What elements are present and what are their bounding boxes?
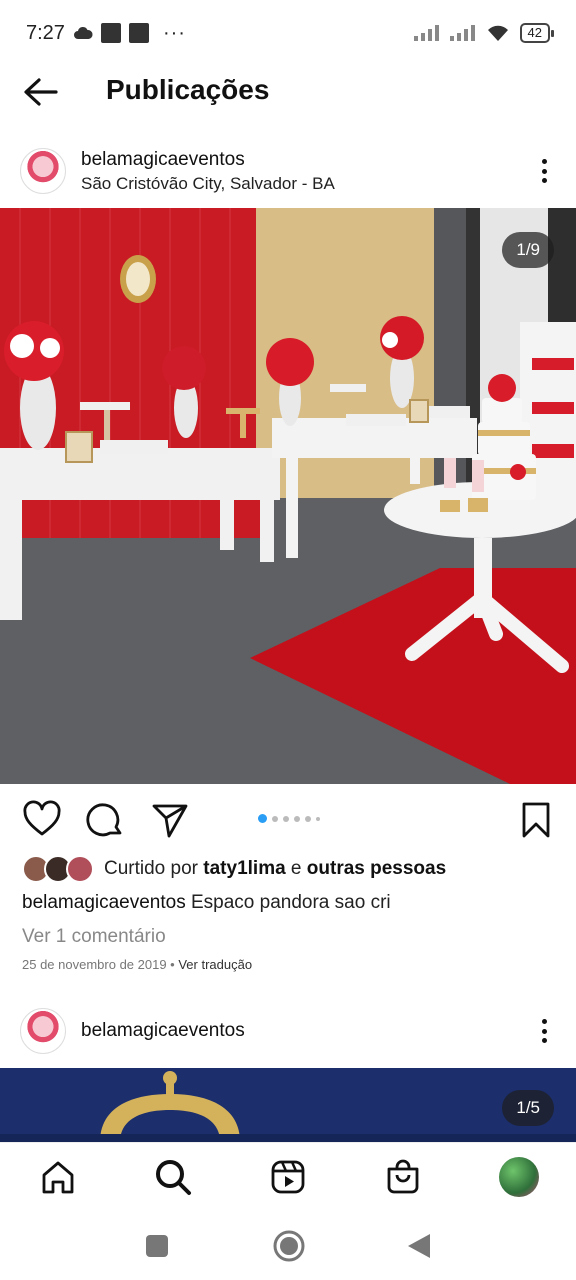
separator: • (166, 957, 179, 972)
nav-shop[interactable] (383, 1157, 423, 1197)
back-button[interactable] (22, 76, 60, 108)
carousel-counter: 1/9 (502, 232, 554, 268)
clock: 7:27 (26, 21, 65, 44)
carousel-dot-active (258, 814, 267, 823)
page-title: Publicações (106, 74, 270, 105)
liked-by-prefix: Curtido por (104, 858, 204, 879)
shop-bag-icon (387, 1159, 419, 1194)
signal-icon (413, 25, 439, 41)
comment-button[interactable] (86, 800, 126, 840)
crown-banner-photo (0, 1068, 576, 1142)
bottom-nav (0, 1142, 576, 1212)
carousel-dot (294, 815, 300, 822)
status-bar: 7:27 ··· 42 (0, 0, 576, 66)
liked-by-user[interactable]: taty1lima (203, 858, 285, 879)
back-system-button[interactable] (406, 1232, 432, 1265)
cloud-icon (73, 26, 93, 39)
avatar[interactable] (20, 148, 66, 194)
search-icon (156, 1160, 191, 1195)
app-header: Publicações (0, 66, 576, 118)
reels-icon (271, 1160, 305, 1194)
caption-username[interactable]: belamagicaeventos (22, 892, 186, 913)
signal-icon-2 (449, 25, 475, 41)
post-image[interactable]: 1/9 (0, 208, 576, 784)
heart-icon (23, 800, 61, 836)
nav-reels[interactable] (268, 1157, 308, 1197)
avatar[interactable] (20, 1008, 66, 1054)
circle-icon (273, 1230, 305, 1262)
home-system-button[interactable] (272, 1229, 306, 1268)
comment-icon (86, 803, 122, 837)
carousel-dot (305, 815, 311, 822)
liker-avatars (22, 855, 96, 883)
post-date: 25 de novembro de 2019 (22, 957, 167, 972)
avatar (66, 855, 94, 883)
like-button[interactable] (22, 800, 62, 840)
nav-profile-avatar[interactable] (499, 1157, 539, 1197)
square-icon (146, 1235, 168, 1257)
carousel-counter: 1/5 (502, 1090, 554, 1126)
caption-text: Espaco pandora sao cri (185, 892, 391, 913)
post-location[interactable]: São Cristóvão City, Salvador - BA (81, 174, 335, 194)
carousel-dot (272, 815, 278, 822)
more-notifications-icon: ··· (162, 21, 186, 44)
nav-home[interactable] (38, 1157, 78, 1197)
view-comments-link[interactable]: Ver 1 comentário (22, 926, 166, 948)
liked-by-others[interactable]: outras pessoas (307, 858, 446, 879)
carousel-dots (258, 814, 320, 823)
send-icon (152, 804, 188, 838)
post-image[interactable]: 1/5 (0, 1068, 576, 1142)
triangle-back-icon (408, 1234, 430, 1258)
post-actions (0, 796, 576, 842)
carousel-dot (316, 816, 320, 821)
translate-link[interactable]: Ver tradução (178, 957, 252, 972)
more-options-button[interactable] (534, 1016, 554, 1046)
share-button[interactable] (150, 800, 190, 840)
system-nav-bar (0, 1212, 576, 1280)
bookmark-icon (522, 802, 550, 838)
liked-by-text: Curtido por taty1lima e outras pessoas (104, 858, 446, 880)
recents-button[interactable] (145, 1234, 169, 1263)
notification-icon (100, 23, 121, 43)
battery-icon: 42 (519, 23, 555, 43)
more-options-button[interactable] (534, 156, 554, 186)
nav-search[interactable] (153, 1157, 193, 1197)
carousel-dot (283, 815, 289, 822)
post-header: belamagicaeventos (0, 1000, 576, 1066)
post-date-line: 25 de novembro de 2019 • Ver tradução (22, 957, 252, 972)
save-button[interactable] (516, 800, 556, 840)
home-icon (42, 1161, 74, 1194)
wifi-icon (487, 25, 508, 41)
post-username[interactable]: belamagicaeventos (81, 149, 245, 171)
post-header: belamagicaeventos São Cristóvão City, Sa… (0, 140, 576, 206)
post-caption: belamagicaeventos Espaco pandora sao cri (22, 892, 391, 914)
likes-row[interactable]: Curtido por taty1lima e outras pessoas (22, 853, 446, 885)
post-username[interactable]: belamagicaeventos (81, 1020, 245, 1042)
liked-by-mid: e (285, 858, 307, 879)
arrow-left-icon (24, 78, 58, 106)
shop-notification-icon (128, 23, 149, 43)
party-decor-photo (0, 208, 576, 784)
